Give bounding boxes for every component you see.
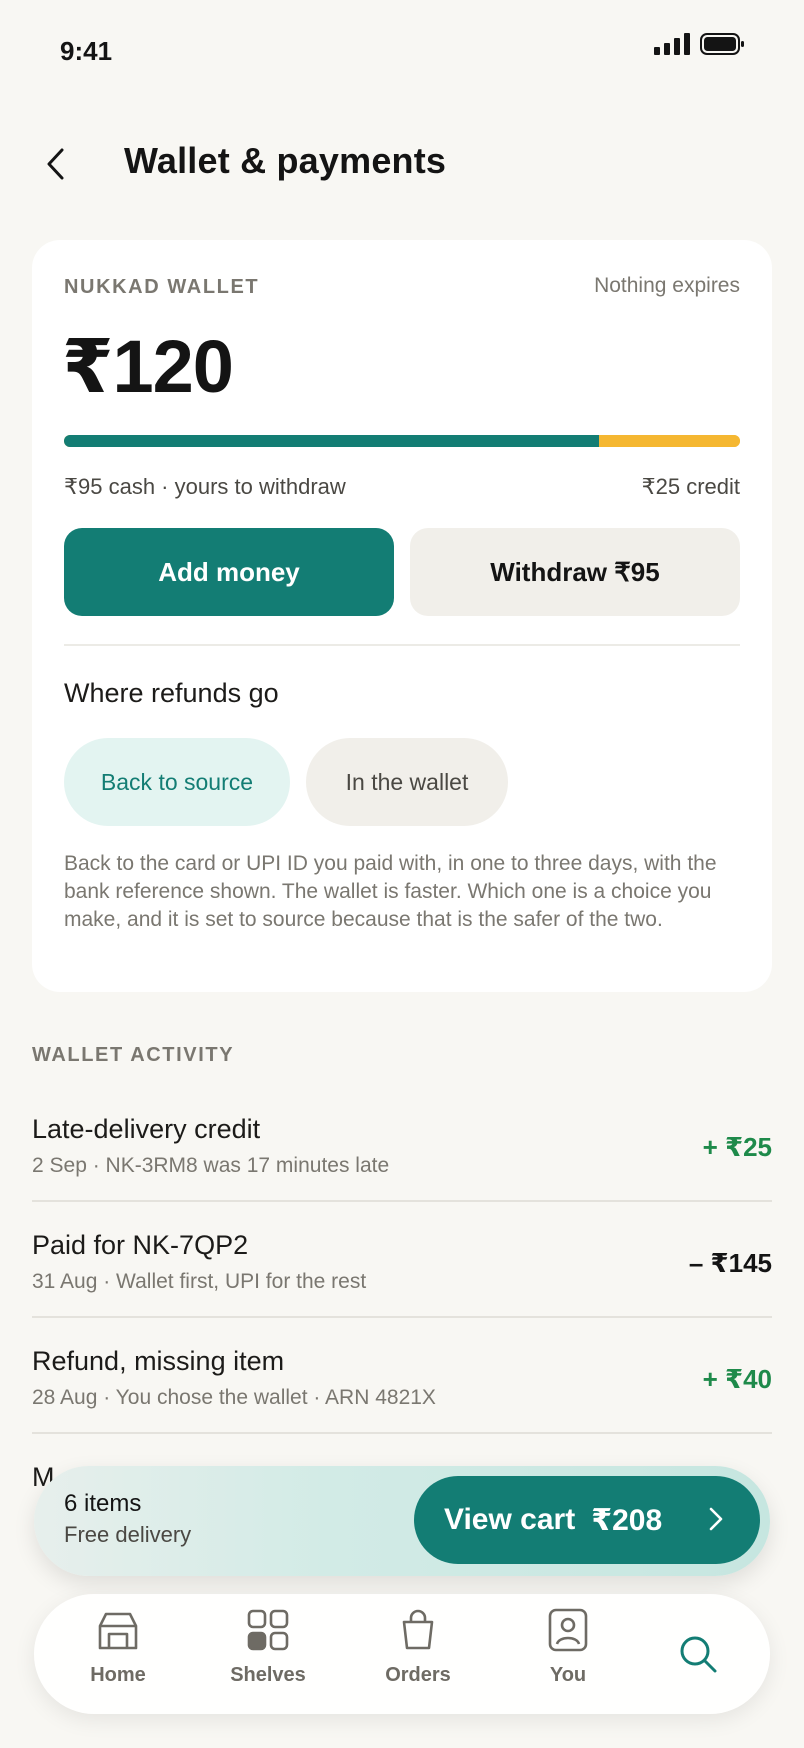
activity-item[interactable]: Paid for NK-7QP2 31 Aug · Wallet first, …	[32, 1230, 772, 1346]
activity-amount: – ₹145	[688, 1248, 772, 1278]
battery-icon	[700, 33, 744, 55]
activity-subtitle: 2 Sep · NK-3RM8 was 17 minutes late	[32, 1154, 390, 1177]
divider	[64, 644, 740, 646]
tab-label: Orders	[385, 1664, 451, 1686]
signal-icon	[654, 33, 690, 55]
status-bar: 9:41	[0, 0, 804, 100]
wallet-balance: ₹120	[62, 325, 234, 408]
refund-option-source[interactable]: Back to source	[64, 738, 290, 826]
balance-split-bar	[64, 435, 740, 447]
tab-label: Shelves	[230, 1664, 306, 1686]
activity-subtitle: 31 Aug · Wallet first, UPI for the rest	[32, 1270, 367, 1293]
chevron-left-icon	[47, 148, 64, 180]
activity-amount: + ₹25	[702, 1132, 772, 1162]
view-cart-label: View cart	[444, 1503, 576, 1536]
tab-home[interactable]: Home	[58, 1608, 178, 1704]
activity-subtitle: 28 Aug · You chose the wallet · ARN 4821…	[32, 1386, 436, 1409]
cash-label: ₹95 cash · yours to withdraw	[64, 474, 346, 499]
cart-item-count: 6 items	[64, 1490, 142, 1517]
header: Wallet & payments	[0, 120, 804, 210]
cash-portion	[64, 435, 600, 447]
status-time: 9:41	[60, 36, 113, 66]
divider	[32, 1432, 772, 1434]
activity-title: Late-delivery credit	[32, 1114, 261, 1144]
cart-bar[interactable]: 6 items Free delivery View cart ₹208	[34, 1466, 770, 1576]
search-icon	[680, 1636, 717, 1673]
activity-amount: + ₹40	[702, 1364, 772, 1394]
tab-bar: Home Shelves Orders You	[34, 1594, 770, 1714]
tab-label: You	[549, 1664, 587, 1686]
status-icons	[654, 32, 746, 56]
grid-icon	[247, 1609, 289, 1651]
view-cart-button[interactable]: View cart ₹208	[414, 1476, 760, 1564]
page-title: Wallet & payments	[124, 140, 447, 181]
search-button[interactable]	[660, 1616, 736, 1692]
wallet-expiry-note: Nothing expires	[594, 274, 740, 297]
divider	[32, 1200, 772, 1202]
wallet-card: NUKKAD WALLET Nothing expires ₹120 ₹95 c…	[32, 240, 772, 992]
activity-title: Paid for NK-7QP2	[32, 1230, 249, 1260]
activity-item[interactable]: Late-delivery credit 2 Sep · NK-3RM8 was…	[32, 1114, 772, 1230]
cart-total: ₹208	[591, 1503, 663, 1537]
activity-item[interactable]: Refund, missing item 28 Aug · You chose …	[32, 1346, 772, 1462]
activity-title: Refund, missing item	[32, 1346, 285, 1376]
add-money-button[interactable]: Add money	[64, 528, 394, 616]
cart-delivery-note: Free delivery	[64, 1522, 192, 1547]
credit-label: ₹25 credit	[641, 474, 740, 499]
wallet-label: NUKKAD WALLET	[64, 276, 260, 298]
withdraw-button[interactable]: Withdraw ₹95	[410, 528, 740, 616]
chevron-right-icon	[709, 1507, 723, 1531]
tab-orders[interactable]: Orders	[358, 1608, 478, 1704]
tab-shelves[interactable]: Shelves	[208, 1608, 328, 1704]
tab-you[interactable]: You	[508, 1608, 628, 1704]
back-button[interactable]	[36, 142, 76, 186]
refund-option-wallet[interactable]: In the wallet	[306, 738, 508, 826]
refunds-title: Where refunds go	[64, 678, 279, 708]
bag-icon	[402, 1609, 434, 1650]
person-icon	[548, 1608, 588, 1652]
credit-portion	[599, 435, 740, 447]
tab-label: Home	[90, 1664, 146, 1686]
refunds-description: Back to the card or UPI ID you paid with…	[64, 852, 717, 931]
activity-section-label: WALLET ACTIVITY	[32, 1044, 235, 1066]
store-icon	[98, 1612, 138, 1650]
divider	[32, 1316, 772, 1318]
